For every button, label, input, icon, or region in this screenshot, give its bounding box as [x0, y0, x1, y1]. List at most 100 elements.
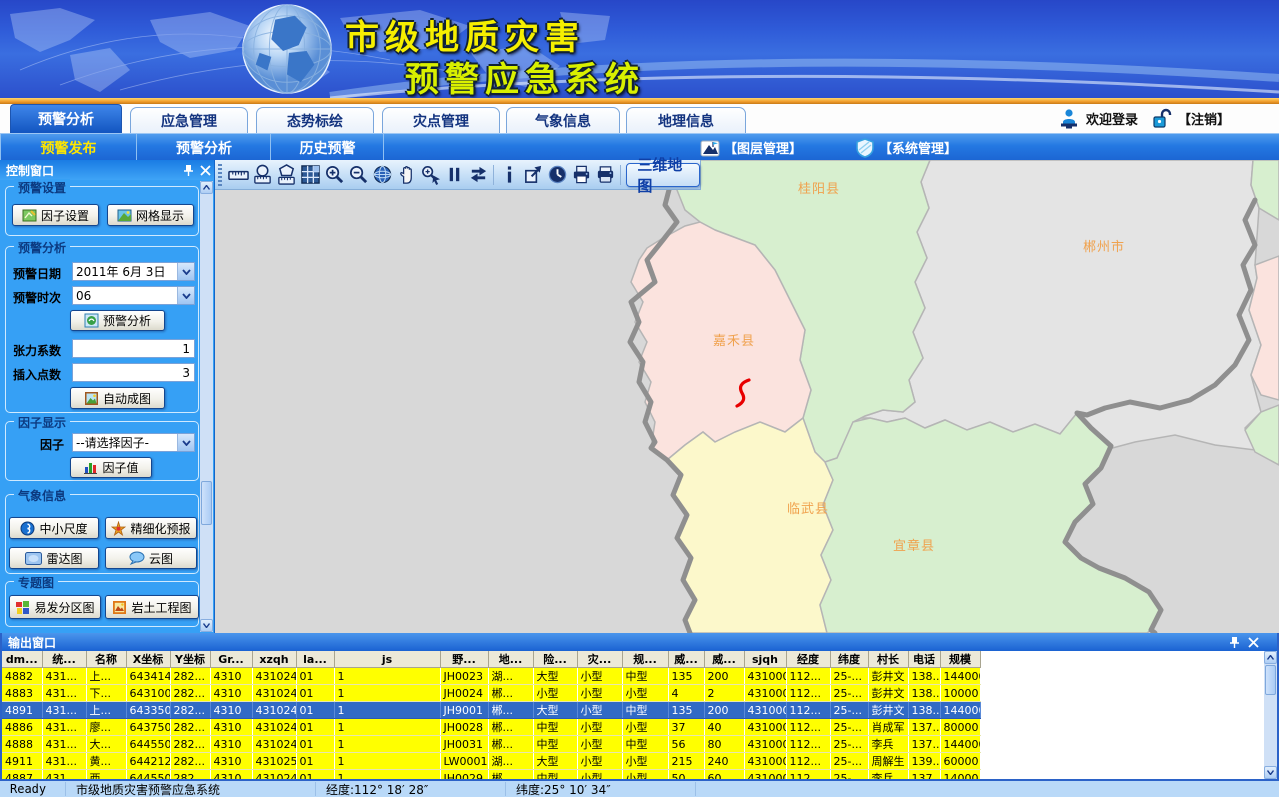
- cell[interactable]: 431000: [744, 668, 786, 685]
- cell[interactable]: 112...: [786, 702, 830, 719]
- pin-icon[interactable]: [183, 164, 194, 177]
- cell[interactable]: 4310: [210, 685, 252, 702]
- panel-scrollbar[interactable]: [200, 181, 213, 632]
- scroll-up-icon[interactable]: [200, 181, 213, 194]
- cell[interactable]: 431025: [252, 753, 296, 770]
- cell[interactable]: 4310: [210, 702, 252, 719]
- cell[interactable]: 4911: [2, 753, 42, 770]
- column-header[interactable]: Gr...: [210, 651, 252, 668]
- analyze-button[interactable]: 预警分析: [70, 310, 165, 331]
- cell[interactable]: 01: [296, 719, 334, 736]
- layer-manager-link[interactable]: 【图层管理】: [700, 134, 802, 161]
- points-input[interactable]: [72, 363, 195, 382]
- cell[interactable]: 25-...: [830, 685, 868, 702]
- cell[interactable]: 李兵: [868, 770, 908, 780]
- zoning-map-button[interactable]: 易发分区图: [9, 595, 101, 619]
- table-row[interactable]: 4887431...西...644550282...4310431024011J…: [2, 770, 980, 780]
- cell[interactable]: 112...: [786, 668, 830, 685]
- cell[interactable]: 中型: [533, 719, 577, 736]
- cell[interactable]: 431...: [42, 719, 86, 736]
- cell[interactable]: 1: [334, 719, 440, 736]
- column-header[interactable]: 村长: [868, 651, 908, 668]
- tab-geographic-info[interactable]: 地理信息: [626, 107, 746, 133]
- cell[interactable]: 282...: [170, 736, 210, 753]
- cell[interactable]: 廖...: [86, 719, 126, 736]
- factor-value-button[interactable]: 因子值: [70, 457, 152, 478]
- cell[interactable]: 4886: [2, 719, 42, 736]
- tab-disaster-points[interactable]: 灾点管理: [382, 107, 500, 133]
- cell[interactable]: 112...: [786, 736, 830, 753]
- cell[interactable]: 137...: [908, 719, 940, 736]
- pause-icon[interactable]: [442, 163, 466, 187]
- swap-icon[interactable]: [466, 163, 490, 187]
- cell[interactable]: 中型: [533, 770, 577, 780]
- column-header[interactable]: 纬度: [830, 651, 868, 668]
- column-header[interactable]: 统...: [42, 651, 86, 668]
- table-row[interactable]: 4891431...上...643350282...4310431024011J…: [2, 702, 980, 719]
- zoom-select-icon[interactable]: [418, 163, 442, 187]
- cell[interactable]: 彭井文: [868, 685, 908, 702]
- cell[interactable]: 56: [668, 736, 704, 753]
- cell[interactable]: 144000: [940, 668, 980, 685]
- cell[interactable]: 60000: [940, 753, 980, 770]
- cell[interactable]: 郴...: [488, 719, 533, 736]
- ruler-icon[interactable]: [226, 163, 250, 187]
- cell[interactable]: 4310: [210, 719, 252, 736]
- cell[interactable]: 240: [704, 753, 744, 770]
- cell[interactable]: 282...: [170, 668, 210, 685]
- cell[interactable]: 1: [334, 736, 440, 753]
- date-combo[interactable]: 2011年 6月 3日: [72, 262, 195, 281]
- cell[interactable]: 138...: [908, 702, 940, 719]
- tab-emergency-management[interactable]: 应急管理: [130, 107, 248, 133]
- column-header[interactable]: 险...: [533, 651, 577, 668]
- output-pin-icon[interactable]: [1229, 636, 1240, 649]
- cell[interactable]: 644550: [126, 736, 170, 753]
- tension-input[interactable]: [72, 339, 195, 358]
- cell[interactable]: 小型: [577, 753, 622, 770]
- output-scroll-up-icon[interactable]: [1264, 651, 1277, 664]
- auto-map-button[interactable]: 自动成图: [70, 387, 165, 409]
- cell[interactable]: 大型: [533, 753, 577, 770]
- toolbar-grip[interactable]: [218, 164, 222, 186]
- cell[interactable]: 112...: [786, 770, 830, 780]
- cell[interactable]: 上...: [86, 668, 126, 685]
- cell[interactable]: 14000: [940, 770, 980, 780]
- export-icon[interactable]: [521, 163, 545, 187]
- cell[interactable]: 4310: [210, 736, 252, 753]
- zoom-in-icon[interactable]: [322, 163, 346, 187]
- cell[interactable]: 139...: [908, 753, 940, 770]
- cell[interactable]: 01: [296, 685, 334, 702]
- column-header[interactable]: 规...: [622, 651, 668, 668]
- cell[interactable]: 4310: [210, 668, 252, 685]
- zoom-out-icon[interactable]: [346, 163, 370, 187]
- cell[interactable]: 431024: [252, 702, 296, 719]
- cell[interactable]: 431024: [252, 668, 296, 685]
- cell[interactable]: 431000: [744, 702, 786, 719]
- date-combo-dropdown-icon[interactable]: [177, 263, 194, 280]
- cell[interactable]: 431024: [252, 770, 296, 780]
- cell[interactable]: 282...: [170, 753, 210, 770]
- factor-combo[interactable]: --请选择因子-: [72, 433, 195, 452]
- cell[interactable]: 4883: [2, 685, 42, 702]
- column-header[interactable]: 威...: [668, 651, 704, 668]
- cell[interactable]: 4: [668, 685, 704, 702]
- column-header[interactable]: X坐标: [126, 651, 170, 668]
- cell[interactable]: 135: [668, 668, 704, 685]
- cell[interactable]: 37: [668, 719, 704, 736]
- cell[interactable]: 431000: [744, 770, 786, 780]
- cell[interactable]: 郴...: [488, 702, 533, 719]
- cell[interactable]: 25-...: [830, 702, 868, 719]
- tab-warning-analysis[interactable]: 预警分析: [10, 104, 122, 133]
- column-header[interactable]: 威...: [704, 651, 744, 668]
- output-scrollbar[interactable]: [1264, 651, 1277, 779]
- cell[interactable]: 137...: [908, 736, 940, 753]
- cell[interactable]: 小型: [533, 685, 577, 702]
- factor-combo-dropdown-icon[interactable]: [177, 434, 194, 451]
- cell[interactable]: 小型: [622, 685, 668, 702]
- cell[interactable]: JH0028: [440, 719, 488, 736]
- cell[interactable]: 下...: [86, 685, 126, 702]
- cell[interactable]: 01: [296, 702, 334, 719]
- cell[interactable]: 644550: [126, 770, 170, 780]
- cell[interactable]: 4882: [2, 668, 42, 685]
- cell[interactable]: 25-...: [830, 736, 868, 753]
